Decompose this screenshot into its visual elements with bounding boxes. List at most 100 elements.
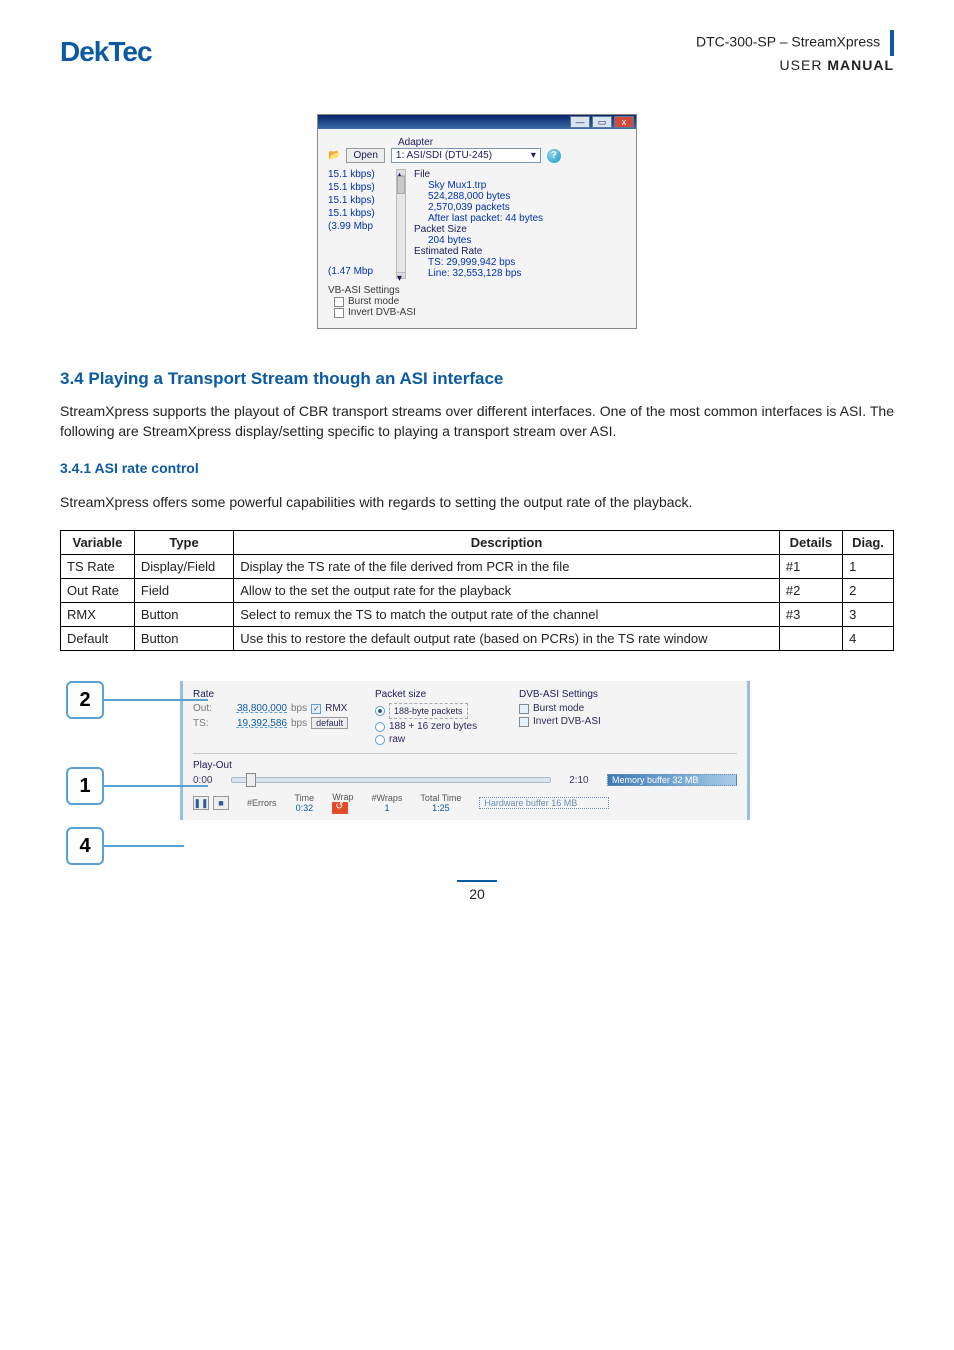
- callout-2: 2: [66, 681, 104, 719]
- list-item: 15.1 kbps): [328, 195, 388, 206]
- burst-checkbox-2[interactable]: [519, 704, 529, 714]
- adapter-select[interactable]: 1: ASI/SDI (DTU-245) ▾: [391, 148, 541, 163]
- est-rate-line: Line: 32,553,128 bps: [414, 268, 543, 279]
- lead-line-1: [104, 785, 208, 787]
- settings-window: — ▭ x Adapter 📂 Open 1: ASI/SDI (DTU-245…: [317, 114, 637, 329]
- stop-button[interactable]: ■: [213, 796, 229, 810]
- est-rate-header: Estimated Rate: [414, 246, 543, 257]
- est-rate-ts: TS: 29,999,942 bps: [414, 257, 543, 268]
- invert-checkbox[interactable]: [334, 308, 344, 318]
- packet-size-value: 204 bytes: [414, 235, 543, 246]
- ts-label: TS:: [193, 718, 217, 729]
- burst-checkbox[interactable]: [334, 297, 344, 307]
- playout-label: Play-Out: [193, 760, 737, 771]
- table-cell: 3: [843, 603, 894, 627]
- playout-start: 0:00: [193, 775, 212, 786]
- table-cell: 2: [843, 579, 894, 603]
- table-cell: Button: [134, 627, 233, 651]
- file-tree: File Sky Mux1.trp 524,288,000 bytes 2,57…: [414, 169, 543, 279]
- doc-title-user: USER: [780, 57, 828, 73]
- left-rate-list: 15.1 kbps) 15.1 kbps) 15.1 kbps) 15.1 kb…: [328, 169, 388, 279]
- table-cell: Out Rate: [61, 579, 135, 603]
- list-item: (3.99 Mbp: [328, 221, 388, 232]
- wraps-header: #Wraps: [372, 793, 403, 803]
- out-unit: bps: [291, 703, 307, 714]
- table-cell: TS Rate: [61, 555, 135, 579]
- table-cell: 4: [843, 627, 894, 651]
- rate-group-label: Rate: [193, 689, 361, 700]
- file-header: File: [414, 169, 543, 180]
- th-details: Details: [779, 531, 842, 555]
- doc-title-manual: MANUAL: [827, 57, 894, 73]
- table-row: RMXButtonSelect to remux the TS to match…: [61, 603, 894, 627]
- help-icon[interactable]: ?: [547, 149, 561, 163]
- open-folder-icon: 📂: [328, 150, 340, 161]
- table-cell: #3: [779, 603, 842, 627]
- file-name: Sky Mux1.trp: [414, 180, 543, 191]
- open-button[interactable]: Open: [346, 148, 384, 163]
- table-cell: Default: [61, 627, 135, 651]
- lead-line-4: [104, 845, 184, 847]
- list-item: 15.1 kbps): [328, 169, 388, 180]
- errors-header: #Errors: [247, 798, 277, 808]
- pause-button[interactable]: ❚❚: [193, 796, 209, 810]
- callout-1: 1: [66, 767, 104, 805]
- pkt188-label: 188-byte packets: [389, 703, 468, 719]
- time-header: Time: [295, 793, 315, 803]
- table-cell: 1: [843, 555, 894, 579]
- brand-logo: DekTec: [60, 36, 152, 68]
- adapter-label: Adapter: [398, 137, 626, 148]
- list-item: 15.1 kbps): [328, 208, 388, 219]
- default-button[interactable]: default: [311, 717, 348, 729]
- table-cell: #1: [779, 555, 842, 579]
- maximize-button[interactable]: ▭: [592, 116, 612, 128]
- pktraw-radio[interactable]: [375, 735, 385, 745]
- doc-title: DTC-300-SP – StreamXpress USER MANUAL: [696, 30, 894, 74]
- invert-checkbox-2[interactable]: [519, 717, 529, 727]
- table-row: Out RateFieldAllow to the set the output…: [61, 579, 894, 603]
- pkt204-radio[interactable]: [375, 722, 385, 732]
- th-type: Type: [134, 531, 233, 555]
- lead-line-2: [104, 699, 208, 701]
- pkt188-radio[interactable]: [375, 706, 385, 716]
- file-bytes: 524,288,000 bytes: [414, 191, 543, 202]
- pkt204-label: 188 + 16 zero bytes: [389, 721, 477, 732]
- wraps-value: 1: [372, 803, 403, 813]
- scrollbar[interactable]: ▴ ▾: [396, 169, 406, 279]
- invert-label: Invert DVB-ASI: [348, 307, 416, 318]
- table-cell: RMX: [61, 603, 135, 627]
- ts-rate-field[interactable]: 19,392,586: [221, 718, 287, 729]
- table-cell: Select to remux the TS to match the outp…: [234, 603, 780, 627]
- totaltime-value: 1:25: [420, 803, 461, 813]
- adapter-value: 1: ASI/SDI (DTU-245): [396, 150, 492, 161]
- table-row: DefaultButtonUse this to restore the def…: [61, 627, 894, 651]
- title-bar: [890, 30, 894, 56]
- memory-buffer-bar: Memory buffer 32 MB: [607, 774, 737, 786]
- vb-asi-settings-label: VB-ASI Settings: [328, 285, 626, 296]
- table-cell: Display the TS rate of the file derived …: [234, 555, 780, 579]
- file-after: After last packet: 44 bytes: [414, 213, 543, 224]
- chevron-down-icon: ▾: [531, 150, 536, 161]
- minimize-button[interactable]: —: [570, 116, 590, 128]
- ts-unit: bps: [291, 718, 307, 729]
- rmx-checkbox[interactable]: [311, 704, 321, 714]
- section-heading: 3.4 Playing a Transport Stream though an…: [60, 369, 894, 389]
- close-button[interactable]: x: [614, 116, 634, 128]
- th-variable: Variable: [61, 531, 135, 555]
- th-description: Description: [234, 531, 780, 555]
- totaltime-header: Total Time: [420, 793, 461, 803]
- out-rate-field[interactable]: 38,800,000: [221, 703, 287, 714]
- time-value: 0:32: [295, 803, 315, 813]
- packet-size-header: Packet Size: [414, 224, 543, 235]
- th-diag: Diag.: [843, 531, 894, 555]
- burst-label: Burst mode: [348, 296, 399, 307]
- list-item: (1.47 Mbp: [328, 266, 388, 277]
- table-row: TS RateDisplay/FieldDisplay the TS rate …: [61, 555, 894, 579]
- file-packets: 2,570,039 packets: [414, 202, 543, 213]
- burst-label-2: Burst mode: [533, 703, 584, 714]
- wrap-icon[interactable]: [332, 802, 348, 814]
- playout-slider[interactable]: [231, 777, 551, 783]
- table-cell: Button: [134, 603, 233, 627]
- table-cell: Allow to the set the output rate for the…: [234, 579, 780, 603]
- table-cell: Field: [134, 579, 233, 603]
